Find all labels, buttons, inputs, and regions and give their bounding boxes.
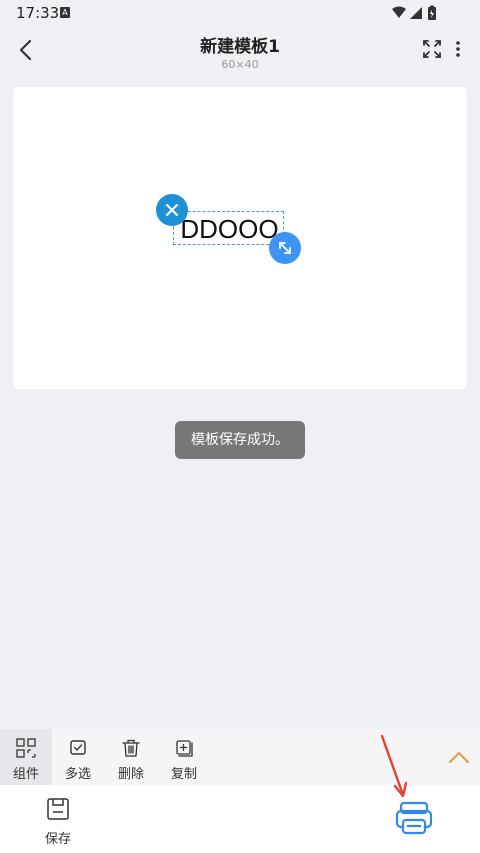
- tool-label: 多选: [64, 767, 91, 782]
- wifi-icon: [392, 6, 406, 18]
- checkbox-icon: [70, 740, 86, 755]
- more-button[interactable]: [450, 39, 466, 59]
- annotation-arrow: [380, 734, 408, 798]
- title-block: 新建模板1 60×40: [0, 32, 480, 71]
- trash-icon: [122, 739, 140, 757]
- status-icons: [392, 5, 436, 20]
- selected-text-element[interactable]: DDOOO: [173, 211, 284, 245]
- components-icon: [16, 738, 36, 758]
- label-size: 60×40: [221, 58, 259, 71]
- tool-copy[interactable]: 复制: [158, 729, 210, 785]
- tool-label: 组件: [12, 767, 39, 782]
- save-label: 保存: [44, 832, 71, 847]
- app-header: 新建模板1 60×40: [0, 26, 480, 74]
- tool-delete[interactable]: 删除: [105, 729, 157, 785]
- tool-components[interactable]: 组件: [0, 729, 52, 785]
- printer-icon: [395, 801, 433, 835]
- edit-toolbar: 组件 多选 删除 复制: [0, 729, 438, 785]
- toolbar-collapse-button[interactable]: [438, 729, 480, 785]
- resize-icon: [279, 242, 291, 254]
- page-title: 新建模板1: [200, 37, 280, 57]
- tool-multiselect[interactable]: 多选: [52, 729, 104, 785]
- tool-label: 复制: [170, 767, 197, 782]
- tool-label: 删除: [117, 767, 144, 782]
- delete-element-button[interactable]: [156, 194, 188, 226]
- notification-icon: A: [60, 7, 70, 18]
- status-time: 17:33: [16, 4, 60, 22]
- toast-message: 模板保存成功。: [175, 421, 305, 459]
- fullscreen-icon: [423, 40, 441, 58]
- fullscreen-button[interactable]: [422, 39, 442, 59]
- more-vertical-icon: [456, 41, 460, 57]
- close-icon: [165, 203, 179, 217]
- chevron-up-icon: [449, 752, 469, 763]
- save-icon: [47, 798, 69, 820]
- copy-icon: [176, 740, 193, 757]
- resize-handle[interactable]: [269, 232, 301, 264]
- save-button[interactable]: 保存: [34, 795, 82, 849]
- signal-icon: [410, 7, 422, 19]
- label-canvas[interactable]: DDOOO: [13, 87, 467, 389]
- status-bar: 17:33 A: [0, 0, 480, 26]
- print-button[interactable]: [394, 801, 436, 837]
